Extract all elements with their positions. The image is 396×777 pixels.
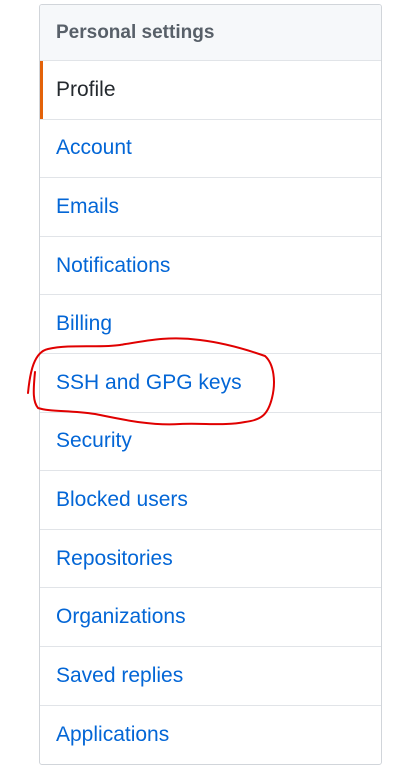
- menu-item-profile[interactable]: Profile: [40, 61, 381, 120]
- menu-item-billing[interactable]: Billing: [40, 295, 381, 354]
- menu-item-blocked-users[interactable]: Blocked users: [40, 471, 381, 530]
- menu-item-security[interactable]: Security: [40, 413, 381, 472]
- menu-item-applications[interactable]: Applications: [40, 706, 381, 764]
- menu-item-ssh-gpg-keys[interactable]: SSH and GPG keys: [40, 354, 381, 413]
- menu-item-repositories[interactable]: Repositories: [40, 530, 381, 589]
- personal-settings-menu: Personal settings Profile Account Emails…: [39, 4, 382, 765]
- menu-heading: Personal settings: [40, 5, 381, 61]
- menu-item-notifications[interactable]: Notifications: [40, 237, 381, 296]
- menu-item-saved-replies[interactable]: Saved replies: [40, 647, 381, 706]
- menu-item-account[interactable]: Account: [40, 120, 381, 179]
- menu-item-emails[interactable]: Emails: [40, 178, 381, 237]
- menu-item-organizations[interactable]: Organizations: [40, 588, 381, 647]
